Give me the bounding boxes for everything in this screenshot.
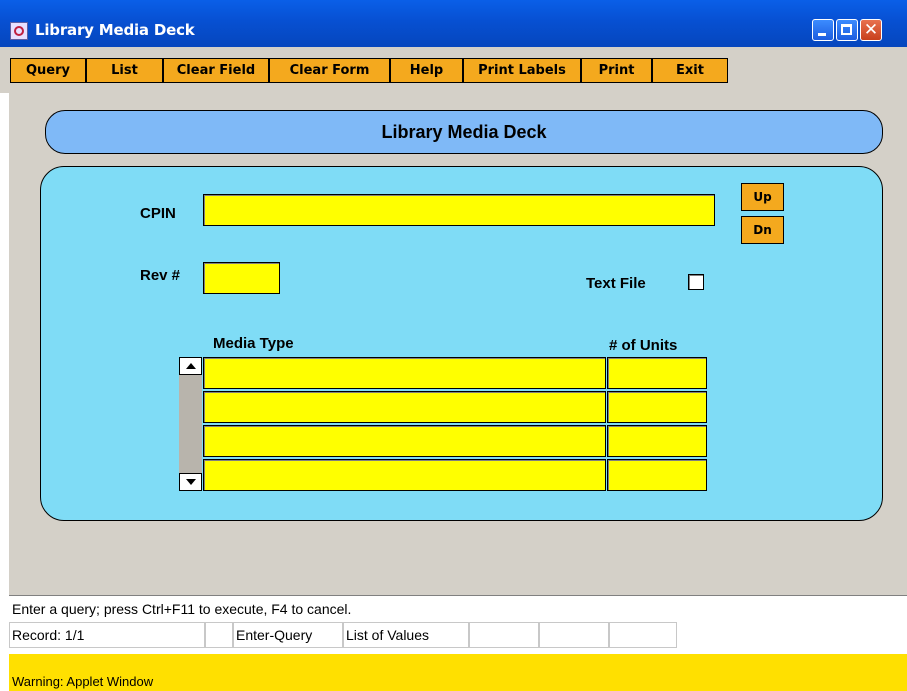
close-button[interactable]: ✕ [860,19,882,41]
units-field[interactable] [607,459,707,491]
media-type-field[interactable] [203,425,606,457]
lov-indicator: List of Values [343,622,469,648]
message-line: Enter a query; press Ctrl+F11 to execute… [9,595,907,622]
arrow-down-icon [186,479,196,485]
media-type-field[interactable] [203,391,606,423]
maximize-button[interactable] [836,19,858,41]
clear-form-button[interactable]: Clear Form [269,58,390,83]
rev-label: Rev # [140,267,181,284]
toolbar: Query List Clear Field Clear Form Help P… [0,47,907,93]
text-file-label: Text File [586,275,646,292]
units-field[interactable] [607,357,707,389]
minimize-button[interactable] [812,19,834,41]
minimize-icon [818,33,826,36]
close-icon: ✕ [863,20,879,40]
scroll-down-button[interactable] [179,473,202,491]
record-indicator: Record: 1/1 [9,622,205,648]
print-labels-button[interactable]: Print Labels [463,58,581,83]
scroll-up-button[interactable] [179,357,202,375]
java-app-icon [10,22,28,40]
status-cell-blank [469,622,539,648]
cpin-label: CPIN [140,205,176,222]
arrow-up-icon [186,363,196,369]
units-field[interactable] [607,391,707,423]
clear-field-button[interactable]: Clear Field [163,58,269,83]
cpin-field[interactable] [203,194,715,226]
media-type-field[interactable] [203,459,606,491]
applet-warning: Warning: Applet Window [9,654,907,691]
mode-indicator: Enter-Query [233,622,343,648]
rows-scrollbar[interactable] [179,357,202,491]
window-title: Library Media Deck [35,21,195,39]
form-header: Library Media Deck [45,110,883,154]
maximize-icon [841,24,852,35]
exit-button[interactable]: Exit [652,58,728,83]
status-cell-blank [609,622,677,648]
status-cell-blank [539,622,609,648]
rev-field[interactable] [203,262,280,294]
status-bar: Record: 1/1 Enter-Query List of Values [9,622,907,648]
text-file-checkbox[interactable] [688,274,704,290]
media-type-header: Media Type [213,335,294,352]
query-button[interactable]: Query [10,58,86,83]
print-button[interactable]: Print [581,58,652,83]
down-button[interactable]: Dn [741,216,784,244]
media-type-field[interactable] [203,357,606,389]
title-bar: Library Media Deck ✕ [0,0,907,47]
status-cell-blank [205,622,233,648]
up-button[interactable]: Up [741,183,784,211]
units-header: # of Units [609,337,678,354]
left-edge [0,93,9,691]
list-button[interactable]: List [86,58,163,83]
help-button[interactable]: Help [390,58,463,83]
units-field[interactable] [607,425,707,457]
